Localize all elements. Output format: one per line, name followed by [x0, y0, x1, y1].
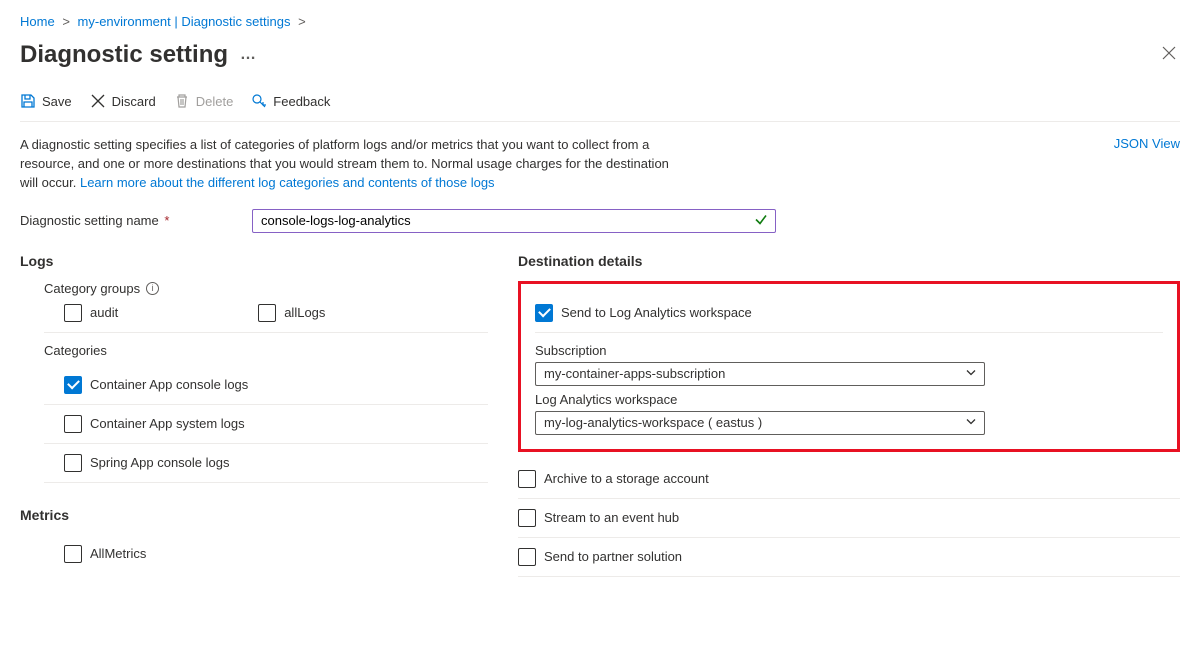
more-actions-button[interactable]: … [240, 46, 257, 64]
chevron-right-icon: > [62, 14, 70, 29]
name-field-row: Diagnostic setting name * [20, 209, 1180, 233]
checkbox-box [535, 304, 553, 322]
feedback-button[interactable]: Feedback [251, 93, 330, 109]
trash-icon [174, 93, 190, 109]
checkbox-box [64, 304, 82, 322]
highlighted-destination: Send to Log Analytics workspace Subscrip… [518, 281, 1180, 452]
feedback-label: Feedback [273, 94, 330, 109]
breadcrumb-env[interactable]: my-environment | Diagnostic settings [78, 14, 291, 29]
checkbox-alllogs[interactable]: allLogs [258, 304, 325, 322]
checkbox-label: AllMetrics [90, 546, 146, 561]
checkbox-send-log-analytics[interactable]: Send to Log Analytics workspace [535, 304, 1163, 322]
save-button[interactable]: Save [20, 93, 72, 109]
checkbox-label: allLogs [284, 305, 325, 320]
delete-button: Delete [174, 93, 234, 109]
delete-label: Delete [196, 94, 234, 109]
feedback-icon [251, 93, 267, 109]
discard-label: Discard [112, 94, 156, 109]
page-title-text: Diagnostic setting [20, 41, 228, 69]
checkbox-label: Container App system logs [90, 416, 245, 431]
close-button[interactable] [1158, 42, 1180, 69]
breadcrumb-home[interactable]: Home [20, 14, 55, 29]
info-icon[interactable]: i [146, 282, 159, 295]
checkbox-console-logs[interactable]: Container App console logs [64, 376, 488, 394]
categories-label: Categories [44, 343, 107, 358]
x-icon [90, 93, 106, 109]
checkbox-spring-logs[interactable]: Spring App console logs [64, 454, 488, 472]
checkbox-stream-eventhub[interactable]: Stream to an event hub [518, 509, 1180, 527]
checkbox-allmetrics[interactable]: AllMetrics [64, 545, 488, 563]
description-row: A diagnostic setting specifies a list of… [20, 136, 1180, 193]
subscription-label: Subscription [535, 343, 1163, 358]
json-view-link[interactable]: JSON View [1114, 136, 1180, 151]
checkbox-audit[interactable]: audit [64, 304, 118, 322]
toolbar: Save Discard Delete Feedback [20, 93, 1180, 122]
checkbox-label: Send to partner solution [544, 549, 682, 564]
name-label: Diagnostic setting name * [20, 213, 252, 228]
checkbox-label: Spring App console logs [90, 455, 229, 470]
metrics-section-title: Metrics [20, 507, 488, 523]
checkmark-icon [754, 212, 768, 229]
checkbox-label: audit [90, 305, 118, 320]
save-label: Save [42, 94, 72, 109]
breadcrumb: Home > my-environment | Diagnostic setti… [20, 14, 1180, 29]
discard-button[interactable]: Discard [90, 93, 156, 109]
learn-more-link[interactable]: Learn more about the different log categ… [80, 175, 495, 190]
diagnostic-name-input[interactable] [252, 209, 776, 233]
page-title-row: Diagnostic setting … [20, 41, 1180, 69]
checkbox-box [518, 509, 536, 527]
checkbox-box [258, 304, 276, 322]
checkbox-system-logs[interactable]: Container App system logs [64, 415, 488, 433]
workspace-select[interactable]: my-log-analytics-workspace ( eastus ) [535, 411, 985, 435]
checkbox-label: Container App console logs [90, 377, 248, 392]
checkbox-label: Archive to a storage account [544, 471, 709, 486]
chevron-right-icon: > [298, 14, 306, 29]
destination-section-title: Destination details [518, 253, 1180, 269]
category-groups-label: Category groups [44, 281, 140, 296]
subscription-select[interactable]: my-container-apps-subscription [535, 362, 985, 386]
checkbox-box [518, 470, 536, 488]
checkbox-archive-storage[interactable]: Archive to a storage account [518, 470, 1180, 488]
checkbox-box [518, 548, 536, 566]
checkbox-box [64, 545, 82, 563]
checkbox-label: Send to Log Analytics workspace [561, 305, 752, 320]
workspace-label: Log Analytics workspace [535, 392, 1163, 407]
checkbox-label: Stream to an event hub [544, 510, 679, 525]
description-text: A diagnostic setting specifies a list of… [20, 136, 680, 193]
checkbox-box [64, 415, 82, 433]
checkbox-partner-solution[interactable]: Send to partner solution [518, 548, 1180, 566]
page-title: Diagnostic setting … [20, 41, 257, 69]
logs-section-title: Logs [20, 253, 488, 269]
close-icon [1162, 46, 1176, 60]
checkbox-box [64, 376, 82, 394]
checkbox-box [64, 454, 82, 472]
required-asterisk: * [164, 213, 169, 228]
save-icon [20, 93, 36, 109]
